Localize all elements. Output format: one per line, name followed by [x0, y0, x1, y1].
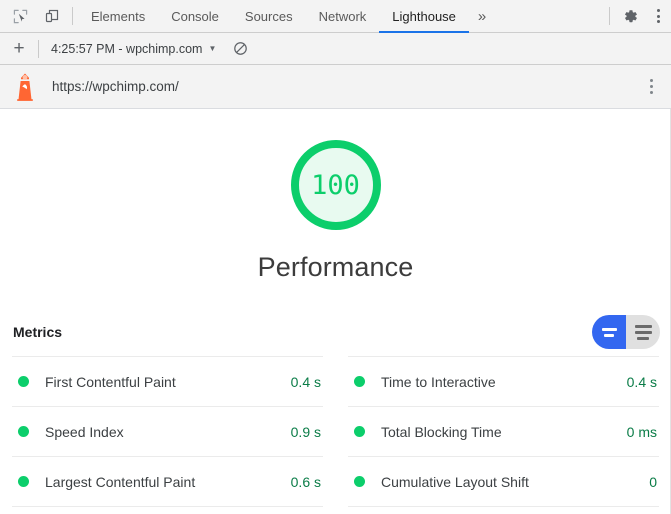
- lighthouse-logo-icon: [12, 72, 38, 102]
- report-url: https://wpchimp.com/: [52, 79, 179, 94]
- kebab-dot: [649, 85, 653, 88]
- device-toolbar-icon[interactable]: [36, 0, 68, 32]
- toolbar-divider: [38, 39, 39, 58]
- tab-console[interactable]: Console: [158, 0, 232, 32]
- toggle-line: [604, 333, 614, 337]
- kebab-dot: [656, 9, 660, 12]
- status-pass-icon: [18, 476, 29, 487]
- metric-label: Speed Index: [45, 423, 124, 440]
- tab-elements[interactable]: Elements: [78, 0, 158, 32]
- status-pass-icon: [18, 376, 29, 387]
- status-pass-icon: [354, 376, 365, 387]
- kebab-dot: [656, 20, 660, 23]
- new-report-button[interactable]: +: [6, 37, 32, 61]
- metrics-column-right: Time to Interactive 0.4 s Total Blocking…: [348, 356, 659, 507]
- devtools-window: Elements Console Sources Network Lightho…: [0, 0, 671, 514]
- metric-row[interactable]: Speed Index 0.9 s: [12, 406, 323, 457]
- performance-score-block: 100 Performance: [0, 135, 671, 283]
- tab-label: Network: [318, 8, 367, 24]
- expanded-view-icon[interactable]: [626, 315, 660, 349]
- toggle-line: [601, 327, 617, 331]
- inspect-element-icon[interactable]: [4, 0, 36, 32]
- metric-label: Total Blocking Time: [381, 423, 502, 440]
- metric-label: Time to Interactive: [381, 373, 496, 390]
- settings-gear-icon[interactable]: [615, 0, 645, 32]
- metric-row[interactable]: Time to Interactive 0.4 s: [348, 356, 659, 407]
- status-pass-icon: [354, 426, 365, 437]
- metric-value: 0.6 s: [290, 473, 321, 490]
- tab-label: Sources: [244, 8, 293, 24]
- metric-row[interactable]: First Contentful Paint 0.4 s: [12, 356, 323, 407]
- metrics-column-left: First Contentful Paint 0.4 s Speed Index…: [12, 356, 323, 507]
- report-url-bar: https://wpchimp.com/: [0, 65, 671, 109]
- tab-label: Lighthouse: [392, 8, 456, 24]
- clear-all-icon[interactable]: [226, 37, 254, 61]
- tab-label: Elements: [91, 8, 146, 24]
- metric-label: Cumulative Layout Shift: [381, 473, 529, 490]
- lighthouse-report: 100 Performance Metrics First Contentful…: [0, 109, 671, 514]
- new-report-label: +: [13, 38, 25, 59]
- metrics-header: Metrics: [0, 315, 671, 349]
- toolbar-divider-right: [609, 7, 610, 25]
- kebab-dot: [649, 91, 653, 94]
- report-options-icon[interactable]: [641, 79, 661, 94]
- metric-label: Largest Contentful Paint: [45, 473, 196, 490]
- metrics-view-toggle[interactable]: [592, 315, 660, 349]
- report-selector-label: 4:25:57 PM - wpchimp.com: [51, 41, 203, 56]
- metrics-heading: Metrics: [13, 324, 63, 340]
- metric-value: 0.9 s: [290, 423, 321, 440]
- tabbar-spacer: [495, 0, 605, 32]
- more-options-icon[interactable]: [645, 0, 671, 32]
- metric-value: 0.4 s: [290, 373, 321, 390]
- tab-sources[interactable]: Sources: [232, 0, 306, 32]
- toggle-line: [634, 330, 652, 334]
- metric-row[interactable]: Cumulative Layout Shift 0: [348, 456, 659, 507]
- chevron-down-icon: ▼: [208, 43, 217, 53]
- more-tabs-label: »: [477, 7, 487, 25]
- metric-label: First Contentful Paint: [45, 373, 176, 390]
- kebab-dot: [656, 14, 660, 18]
- status-pass-icon: [354, 476, 365, 487]
- performance-score-title: Performance: [257, 252, 414, 282]
- metric-value: 0: [649, 473, 657, 490]
- performance-score-value: 100: [311, 169, 360, 201]
- toggle-line: [637, 336, 649, 340]
- simple-view-icon[interactable]: [592, 315, 626, 349]
- performance-gauge[interactable]: 100: [286, 135, 386, 235]
- tab-network[interactable]: Network: [306, 0, 380, 32]
- tab-lighthouse[interactable]: Lighthouse: [379, 0, 469, 33]
- metric-value: 0 ms: [626, 423, 657, 440]
- toggle-line: [634, 324, 652, 328]
- report-selector-dropdown[interactable]: 4:25:57 PM - wpchimp.com ▼: [47, 39, 220, 59]
- lighthouse-toolbar: + 4:25:57 PM - wpchimp.com ▼: [0, 33, 671, 65]
- metric-value: 0.4 s: [626, 373, 657, 390]
- status-pass-icon: [18, 426, 29, 437]
- toolbar-divider: [72, 7, 73, 25]
- metric-row[interactable]: Largest Contentful Paint 0.6 s: [12, 456, 323, 507]
- metrics-grid: First Contentful Paint 0.4 s Speed Index…: [0, 356, 671, 507]
- kebab-dot: [649, 79, 653, 82]
- tab-label: Console: [171, 8, 219, 24]
- metric-row[interactable]: Total Blocking Time 0 ms: [348, 406, 659, 457]
- devtools-tabbar: Elements Console Sources Network Lightho…: [0, 0, 671, 33]
- more-tabs-icon[interactable]: »: [469, 0, 495, 32]
